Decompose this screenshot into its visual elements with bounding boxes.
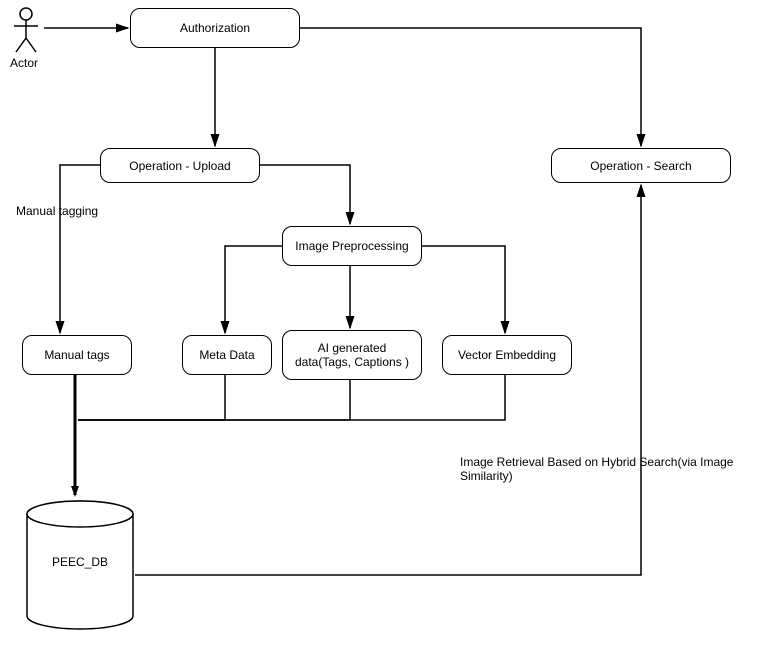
- actor: [8, 6, 44, 59]
- node-vector-embedding: Vector Embedding: [442, 335, 572, 375]
- node-ai-generated-label: AI generated data(Tags, Captions ): [289, 341, 415, 369]
- node-image-preprocessing: Image Preprocessing: [282, 226, 422, 266]
- node-operation-search-label: Operation - Search: [590, 159, 691, 173]
- node-manual-tags: Manual tags: [22, 335, 132, 375]
- node-meta-data-label: Meta Data: [199, 348, 254, 362]
- node-ai-generated: AI generated data(Tags, Captions ): [282, 330, 422, 380]
- node-authorization: Authorization: [130, 8, 300, 48]
- node-authorization-label: Authorization: [180, 21, 250, 35]
- edge-label-manual-tagging: Manual tagging: [16, 204, 98, 218]
- node-meta-data: Meta Data: [182, 335, 272, 375]
- node-manual-tags-label: Manual tags: [44, 348, 109, 362]
- edge-label-hybrid-search: Image Retrieval Based on Hybrid Search(v…: [460, 455, 770, 483]
- node-db: PEEC_DB: [25, 500, 135, 630]
- node-operation-upload-label: Operation - Upload: [129, 159, 230, 173]
- node-image-preprocessing-label: Image Preprocessing: [295, 239, 408, 253]
- node-vector-embedding-label: Vector Embedding: [458, 348, 556, 362]
- node-db-label: PEEC_DB: [52, 555, 108, 569]
- node-operation-search: Operation - Search: [551, 148, 731, 183]
- node-operation-upload: Operation - Upload: [100, 148, 260, 183]
- actor-label: Actor: [10, 56, 38, 70]
